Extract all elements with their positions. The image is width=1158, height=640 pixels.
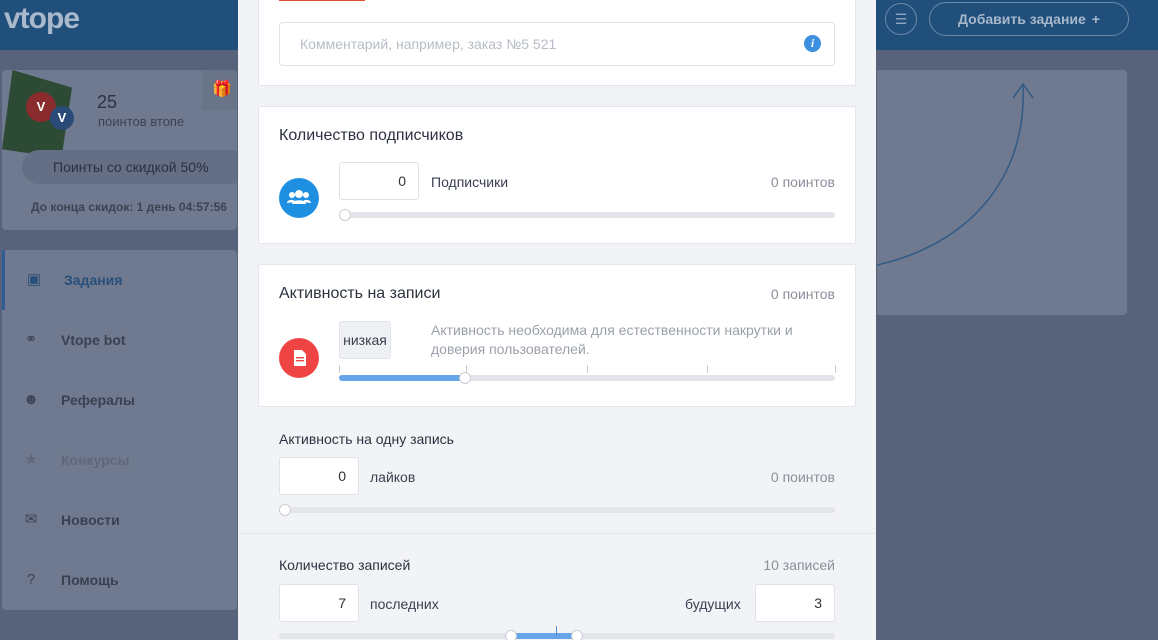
slider-tick: [835, 365, 836, 373]
subscribers-slider-thumb[interactable]: [339, 209, 351, 221]
document-icon: [279, 338, 319, 378]
per-post-section: Активность на одну запись 0 лайков 0 пои…: [238, 407, 876, 533]
trophy-icon: ★: [24, 451, 38, 468]
likes-slider-thumb[interactable]: [279, 504, 291, 516]
posts-slider-marker: [556, 626, 557, 636]
add-task-modal: i Количество подписчиков 0 Подписчики 0 …: [238, 0, 876, 640]
profile-card: V V 25 поинтов втопе 🎁 Поинты со скидкой…: [2, 70, 237, 230]
posts-count-section: Количество записей 10 записей 7 последни…: [238, 533, 876, 640]
subscribers-card: Количество подписчиков 0 Подписчики 0 по…: [258, 106, 856, 244]
points-value: 25: [97, 92, 118, 112]
referrals-icon: ☻: [23, 391, 39, 408]
logo[interactable]: vtope: [4, 2, 80, 36]
users-icon: [279, 178, 319, 218]
activity-points: 0 поинтов: [770, 286, 835, 302]
help-icon: ?: [26, 571, 36, 588]
ornament-v-small-icon: V: [50, 106, 74, 130]
likes-count-input[interactable]: 0: [279, 457, 359, 495]
subscribers-count-input[interactable]: 0: [339, 162, 419, 200]
activity-card: Активность на записи 0 поинтов низкая Ак…: [258, 264, 856, 407]
right-panel: [876, 70, 1127, 315]
subscribers-slider-track[interactable]: [339, 209, 835, 221]
slider-tick: [339, 365, 340, 373]
discount-timer: До конца скидок: 1 день 04:57:56: [31, 200, 227, 214]
subscribers-label: Подписчики: [431, 174, 509, 190]
sidebar-item-vtope-bot[interactable]: ⚭ Vtope bot: [2, 310, 237, 370]
bot-icon: ⚭: [24, 331, 38, 348]
gift-icon[interactable]: 🎁: [202, 70, 237, 110]
comment-card: i: [258, 0, 856, 86]
future-posts-input[interactable]: 3: [755, 584, 835, 622]
sidebar-item-help[interactable]: ? Помощь: [2, 550, 237, 610]
future-posts-label: будущих: [685, 596, 741, 612]
add-task-label: Добавить задание: [958, 11, 1086, 27]
activity-slider-track[interactable]: [339, 372, 835, 384]
hint-arrow-icon: [876, 82, 1034, 266]
posts-slider-track[interactable]: [279, 626, 835, 640]
activity-slider-fill: [339, 375, 465, 381]
mail-icon: ✉: [24, 511, 38, 528]
sidebar-item-label: Конкурсы: [61, 452, 130, 468]
comment-input[interactable]: [279, 22, 835, 66]
posts-total: 10 записей: [763, 557, 835, 573]
sidebar-item-tasks[interactable]: ▣ Задания: [2, 250, 237, 310]
posts-slider-fill: [511, 633, 577, 639]
plus-icon: +: [1091, 11, 1100, 27]
likes-slider-track[interactable]: [279, 504, 835, 516]
activity-level-select[interactable]: низкая: [339, 321, 391, 359]
per-post-title: Активность на одну запись: [279, 431, 454, 447]
hamburger-icon[interactable]: ☰: [885, 3, 917, 35]
last-posts-input[interactable]: 7: [279, 584, 359, 622]
subscribers-title: Количество подписчиков: [279, 127, 464, 144]
sidebar-item-label: Новости: [61, 512, 120, 528]
posts-slider-thumb-right[interactable]: [571, 630, 583, 640]
posts-count-title: Количество записей: [279, 557, 411, 573]
slider-tick: [587, 365, 588, 373]
activity-description: Активность необходима для естественности…: [431, 322, 793, 357]
sidebar-item-label: Задания: [64, 272, 123, 288]
sidebar-item-label: Рефералы: [61, 392, 135, 408]
info-icon[interactable]: i: [804, 35, 821, 52]
sidebar-item-news[interactable]: ✉ Новости: [2, 490, 237, 550]
subscribers-points: 0 поинтов: [770, 174, 835, 190]
last-posts-label: последних: [370, 596, 439, 612]
activity-slider-thumb[interactable]: [459, 372, 471, 384]
discount-points-button[interactable]: Поинты со скидкой 50%: [22, 150, 237, 184]
sidebar-item-contests[interactable]: ★ Конкурсы: [2, 430, 237, 490]
sidebar-item-label: Vtope bot: [61, 332, 126, 348]
slider-tick: [707, 365, 708, 373]
accent-strip: [279, 0, 365, 1]
sidebar-item-referrals[interactable]: ☻ Рефералы: [2, 370, 237, 430]
posts-slider-thumb-left[interactable]: [505, 630, 517, 640]
likes-label: лайков: [370, 469, 416, 485]
task-icon: ▣: [26, 271, 42, 288]
sidebar-nav: ▣ Задания ⚭ Vtope bot ☻ Рефералы ★ Конку…: [2, 250, 237, 610]
sidebar-item-label: Помощь: [61, 572, 119, 588]
add-task-button[interactable]: Добавить задание +: [929, 2, 1129, 36]
points-label: поинтов втопе: [98, 114, 185, 129]
activity-title: Активность на записи: [279, 285, 441, 302]
per-post-points: 0 поинтов: [770, 469, 835, 485]
